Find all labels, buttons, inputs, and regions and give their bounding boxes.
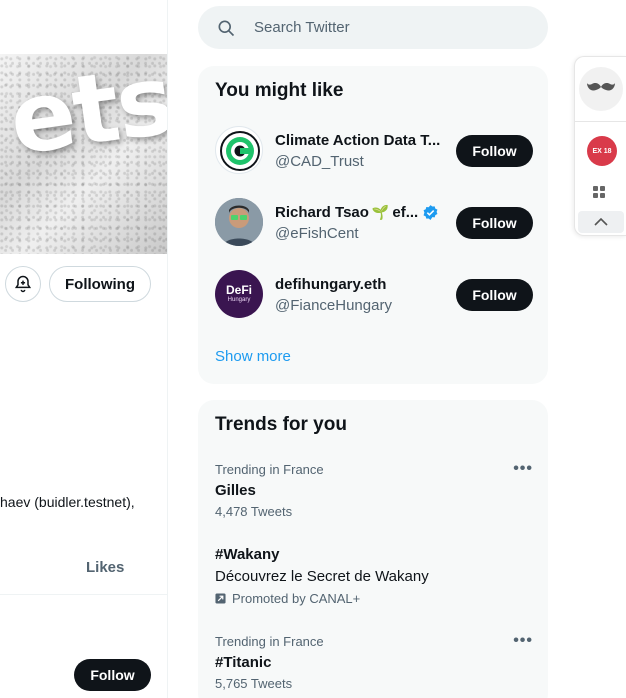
user-suggestion[interactable]: Richard Tsao 🌱 ef... @eFishCent Follow (215, 198, 533, 248)
trends-title: Trends for you (215, 414, 347, 435)
who-to-follow-title: You might like (215, 80, 344, 101)
profile-column: ets Following haev (buidler.testnet), Li… (0, 0, 168, 698)
notify-button[interactable] (5, 266, 41, 302)
extension-main-button[interactable] (579, 67, 623, 111)
trend-context: Trending in France (215, 634, 324, 649)
who-to-follow-card: You might like Climate Action Data T... … (198, 66, 548, 384)
user-name[interactable]: Richard Tsao 🌱 ef... (275, 204, 439, 221)
apps-grid-icon[interactable] (592, 185, 606, 199)
collapse-button[interactable] (578, 211, 624, 233)
search-bar[interactable] (198, 6, 548, 49)
more-options-icon[interactable]: ••• (513, 632, 533, 650)
follow-button[interactable]: Follow (456, 135, 533, 167)
extension-badge[interactable]: EX 18 (587, 136, 617, 166)
avatar-label-hungary: Hungary (227, 297, 251, 303)
user-name[interactable]: defihungary.eth (275, 276, 386, 293)
more-options-icon[interactable]: ••• (513, 460, 533, 478)
trend-name: Gilles (215, 482, 256, 499)
trend-item[interactable]: Trending in France Gilles 4,478 Tweets •… (215, 460, 533, 519)
user-handle[interactable]: @FianceHungary (275, 297, 392, 314)
trend-description: Découvrez le Secret de Wakany (215, 568, 429, 585)
user-suggestion[interactable]: DeFi Hungary defihungary.eth @FianceHung… (215, 270, 533, 320)
trend-count: 5,765 Tweets (215, 676, 293, 691)
follow-button[interactable]: Follow (456, 207, 533, 239)
user-suggestion[interactable]: Climate Action Data T... @CAD_Trust Foll… (215, 126, 533, 176)
cad-trust-logo-icon (220, 131, 260, 171)
trend-item[interactable]: #Wakany Découvrez le Secret de Wakany Pr… (215, 546, 533, 606)
user-handle[interactable]: @eFishCent (275, 225, 359, 242)
show-more-link[interactable]: Show more (215, 348, 291, 365)
follow-button[interactable]: Follow (74, 659, 151, 691)
trend-name: #Titanic (215, 654, 272, 671)
avatar[interactable] (215, 198, 263, 246)
avatar[interactable]: DeFi Hungary (215, 270, 263, 318)
user-name[interactable]: Climate Action Data T... (275, 132, 440, 149)
user-photo-icon (215, 198, 263, 246)
tab-likes[interactable]: Likes (86, 559, 124, 576)
trends-card: Trends for you Trending in France Gilles… (198, 400, 548, 698)
sprout-icon: 🌱 (371, 204, 390, 220)
banner-text: ets (2, 54, 168, 177)
avatar-label-defi: DeFi (225, 283, 252, 297)
trend-item[interactable]: Trending in France #Titanic 5,765 Tweets… (215, 632, 533, 691)
trend-count: 4,478 Tweets (215, 504, 293, 519)
search-input[interactable] (254, 19, 514, 36)
profile-bio: haev (buidler.testnet), (0, 494, 135, 510)
chevron-up-icon (594, 218, 608, 226)
user-name-text: Richard Tsao (275, 204, 369, 221)
search-icon (218, 20, 235, 36)
promoted-label: Promoted by CANAL+ (215, 591, 533, 606)
trend-name: #Wakany (215, 546, 280, 563)
user-name-suffix: ef... (392, 204, 419, 221)
profile-banner: ets (0, 54, 168, 254)
trend-context: Trending in France (215, 462, 324, 477)
promoted-icon (215, 593, 226, 604)
promoted-text: Promoted by CANAL+ (232, 591, 361, 606)
follow-button[interactable]: Follow (456, 279, 533, 311)
following-button[interactable]: Following (49, 266, 151, 302)
avatar[interactable] (215, 126, 263, 174)
mustache-icon (587, 83, 615, 91)
tab-divider (0, 594, 167, 595)
notification-bell-icon (14, 275, 32, 293)
extension-panel: EX 18 (574, 56, 626, 236)
extension-divider (575, 121, 626, 122)
user-handle[interactable]: @CAD_Trust (275, 153, 364, 170)
verified-badge-icon (423, 205, 438, 220)
